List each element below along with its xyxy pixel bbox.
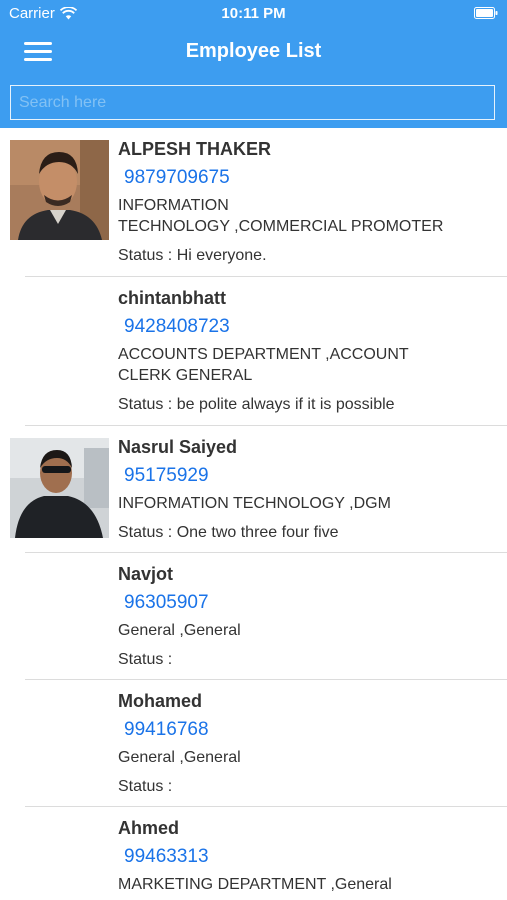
employee-phone-link[interactable]: 99463313	[124, 845, 497, 869]
employee-name: Mohamed	[118, 691, 203, 711]
employee-name: Ahmed	[118, 818, 180, 838]
employee-phone-link[interactable]: 95175929	[124, 464, 497, 488]
employee-department-line: INFORMATION TECHNOLOGY ,DGM	[118, 495, 391, 512]
avatar	[10, 140, 109, 240]
battery-icon	[474, 7, 498, 19]
employee-phone-link[interactable]: 9428408723	[124, 315, 497, 339]
employee-details: chintanbhatt 9428408723 ACCOUNTS DEPARTM…	[118, 287, 497, 415]
employee-details: Navjot 96305907 General ,General Status …	[118, 563, 497, 670]
employee-department-line: ACCOUNTS DEPARTMENT ,ACCOUNT	[118, 346, 409, 363]
employee-department: General ,General	[118, 747, 497, 768]
employee-department: INFORMATION TECHNOLOGY ,DGM	[118, 493, 497, 514]
employee-phone-link[interactable]: 99416768	[124, 718, 497, 742]
employee-department-line: TECHNOLOGY ,COMMERCIAL PROMOTER	[118, 218, 444, 235]
employee-row[interactable]: Navjot 96305907 General ,General Status …	[0, 553, 507, 680]
employee-department-line: CLERK GENERAL	[118, 367, 253, 384]
employee-name: Nasrul Saiyed	[118, 437, 238, 457]
employee-department-line: MARKETING DEPARTMENT ,General	[118, 876, 392, 893]
employee-phone-link[interactable]: 96305907	[124, 591, 497, 615]
search-bar	[10, 85, 495, 120]
employee-name: Navjot	[118, 564, 174, 584]
employee-name: chintanbhatt	[118, 288, 226, 308]
employee-list: ALPESH THAKER 9879709675 INFORMATION TEC…	[0, 128, 507, 900]
status-bar: Carrier 10:11 PM	[0, 0, 507, 28]
search-input[interactable]	[11, 86, 494, 119]
employee-details: Nasrul Saiyed 95175929 INFORMATION TECHN…	[118, 436, 497, 543]
employee-status: Status :	[118, 651, 173, 668]
employee-status: Status : be polite always if it is possi…	[118, 396, 395, 413]
avatar	[10, 438, 109, 538]
navigation-bar: Employee List	[0, 28, 507, 78]
employee-photo	[10, 438, 109, 538]
employee-details: Mohamed 99416768 General ,General Status…	[118, 690, 497, 797]
employee-status: Status : One two three four five	[118, 524, 339, 541]
employee-row[interactable]: ALPESH THAKER 9879709675 INFORMATION TEC…	[0, 128, 507, 277]
employee-name: ALPESH THAKER	[118, 139, 272, 159]
employee-department: MARKETING DEPARTMENT ,General	[118, 874, 497, 895]
employee-department-line: General ,General	[118, 749, 241, 766]
employee-row[interactable]: Ahmed 99463313 MARKETING DEPARTMENT ,Gen…	[0, 807, 507, 900]
employee-phone-link[interactable]: 9879709675	[124, 166, 497, 190]
employee-row[interactable]: chintanbhatt 9428408723 ACCOUNTS DEPARTM…	[0, 277, 507, 426]
app-header: Carrier 10:11 PM Employee List	[0, 0, 507, 128]
employee-status: Status :	[118, 778, 173, 795]
employee-details: ALPESH THAKER 9879709675 INFORMATION TEC…	[118, 138, 497, 266]
employee-row[interactable]: Mohamed 99416768 General ,General Status…	[0, 680, 507, 807]
employee-department: ACCOUNTS DEPARTMENT ,ACCOUNT CLERK GENER…	[118, 344, 497, 386]
employee-department: General ,General	[118, 620, 497, 641]
status-time: 10:11 PM	[221, 5, 286, 22]
page-title: Employee List	[185, 40, 322, 62]
employee-row[interactable]: Nasrul Saiyed 95175929 INFORMATION TECHN…	[0, 426, 507, 553]
employee-status: Status : Hi everyone.	[118, 247, 267, 264]
employee-department-line: INFORMATION	[118, 197, 229, 214]
employee-details: Ahmed 99463313 MARKETING DEPARTMENT ,Gen…	[118, 817, 497, 895]
employee-photo	[10, 140, 109, 240]
employee-department-line: General ,General	[118, 622, 241, 639]
employee-department: INFORMATION TECHNOLOGY ,COMMERCIAL PROMO…	[118, 195, 497, 237]
